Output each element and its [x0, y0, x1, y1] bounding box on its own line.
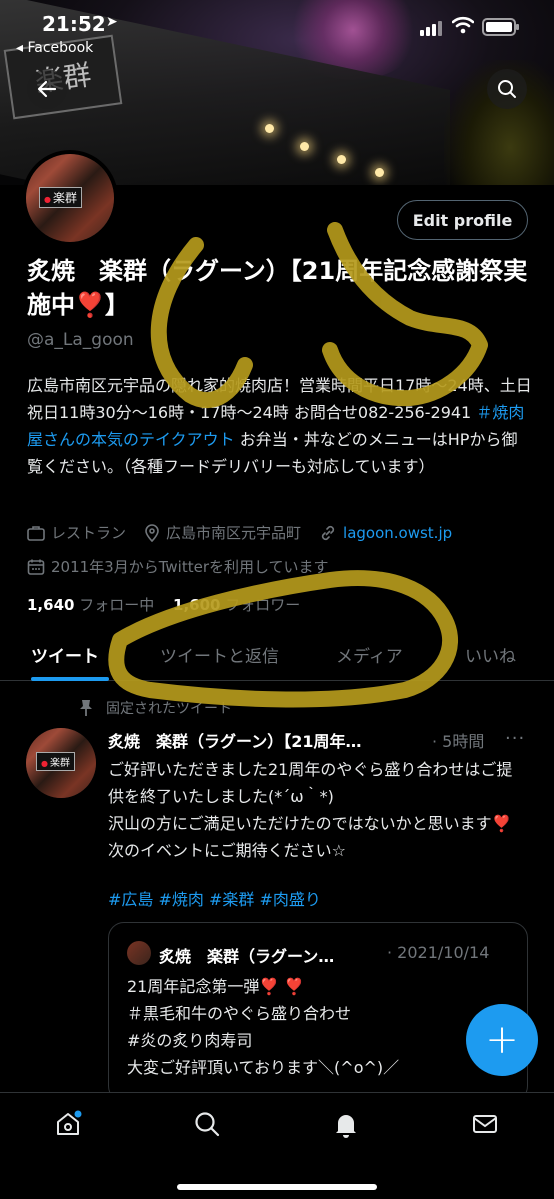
status-bar: 21:52 ➤ ◂ Facebook: [0, 0, 554, 56]
avatar-shop-sign: ● 楽群: [39, 187, 82, 208]
profile-category: レストラン: [27, 522, 126, 543]
status-time: 21:52: [42, 12, 106, 36]
profile-avatar[interactable]: ● 楽群: [22, 150, 118, 246]
bottom-navigation: [0, 1092, 554, 1199]
back-button[interactable]: [27, 69, 67, 109]
lantern-light: [375, 168, 384, 177]
location-arrow-icon: ➤: [106, 14, 118, 30]
nav-home[interactable]: [53, 1109, 83, 1139]
tab-tweets[interactable]: ツイート: [31, 642, 99, 667]
following-link[interactable]: 1,640 フォロー中: [27, 596, 168, 614]
profile-meta-row: レストラン 広島市南区元宇品町 lagoon.owst.jp: [27, 522, 470, 543]
follow-stats: 1,640 フォロー中 1,600 フォロワー: [27, 594, 314, 615]
pin-icon: [80, 700, 92, 716]
arrow-left-icon: [37, 80, 57, 98]
followers-link[interactable]: 1,600 フォロワー: [173, 596, 314, 614]
cellular-signal-icon: [420, 17, 444, 36]
profile-tabs: ツイート ツイートと返信 メディア いいね: [0, 630, 554, 681]
profile-name: 炙焼 楽群（ラグーン）【21周年記念感謝祭実施中❣️】: [27, 257, 528, 319]
quoted-tweet-avatar: [127, 941, 151, 965]
profile-website[interactable]: lagoon.owst.jp: [319, 524, 452, 542]
tab-tweets-and-replies[interactable]: ツイートと返信: [160, 642, 279, 667]
profile-bio: 広島市南区元宇品の隠れ家的焼肉店！営業時間平日17時〜24時、土日祝日11時30…: [27, 376, 532, 476]
tweet-timestamp[interactable]: · 5時間: [432, 728, 484, 752]
avatar-shop-sign: ● 楽群: [36, 752, 75, 771]
lantern-light: [337, 155, 346, 164]
wifi-icon: [451, 16, 475, 38]
website-link[interactable]: lagoon.owst.jp: [343, 524, 452, 542]
tweet-header: 炙焼 楽群（ラグーン）【21周年… · 5時間: [108, 728, 528, 752]
tweet-avatar[interactable]: ● 楽群: [26, 728, 96, 798]
lantern-light: [300, 142, 309, 151]
nav-messages[interactable]: [470, 1109, 500, 1139]
profile-handle: @a_La_goon: [27, 330, 134, 350]
link-icon: [319, 524, 337, 542]
location-pin-icon: [144, 523, 160, 542]
active-tab-indicator: [31, 677, 109, 681]
profile-location: 広島市南区元宇品町: [144, 522, 301, 543]
lantern-light: [265, 124, 274, 133]
home-indicator: [177, 1184, 377, 1190]
quoted-tweet-date: · 2021/10/14: [387, 943, 490, 962]
search-icon: [195, 1112, 220, 1137]
quoted-tweet-header: 炙焼 楽群（ラグーン… · 2021/10/14: [159, 943, 519, 967]
briefcase-icon: [27, 525, 45, 541]
nav-search[interactable]: [192, 1109, 222, 1139]
back-to-app-link[interactable]: ◂ Facebook: [16, 40, 93, 56]
tweet-more-button[interactable]: ···: [505, 728, 525, 749]
calendar-icon: [27, 558, 45, 576]
tweet-hashtags[interactable]: #広島 #焼肉 #楽群 #肉盛り: [108, 886, 321, 910]
tweet-author-name[interactable]: 炙焼 楽群（ラグーン）【21周年…: [108, 728, 426, 752]
home-icon: [57, 1110, 82, 1135]
compose-tweet-button[interactable]: +: [466, 1004, 538, 1076]
tweet-text: ご好評いただきました21周年のやぐら盛り合わせはご提供を終了いたしました(*´ω…: [108, 760, 513, 860]
battery-icon: [482, 18, 519, 36]
search-icon: [498, 80, 516, 98]
profile-joined-date: 2011年3月からTwitterを利用しています: [51, 558, 329, 576]
search-button[interactable]: [487, 69, 527, 109]
mail-icon: [473, 1115, 497, 1133]
bell-icon: [336, 1115, 356, 1138]
nav-notifications[interactable]: [331, 1109, 361, 1139]
quoted-tweet-text: 21周年記念第一弾❣️ ❣️ ＃黒毛和牛のやぐら盛り合わせ #炎の炙り肉寿司 大…: [127, 977, 400, 1077]
tab-media[interactable]: メディア: [336, 642, 403, 667]
tab-likes[interactable]: いいね: [465, 642, 516, 667]
quoted-tweet-author: 炙焼 楽群（ラグーン…: [159, 947, 335, 966]
quoted-tweet[interactable]: 炙焼 楽群（ラグーン… · 2021/10/14 21周年記念第一弾❣️ ❣️ …: [108, 922, 528, 1102]
edit-profile-button[interactable]: Edit profile: [397, 200, 528, 240]
profile-joined-row: 2011年3月からTwitterを利用しています: [27, 556, 329, 577]
pinned-tweet-label: 固定されたツイート: [78, 698, 232, 718]
